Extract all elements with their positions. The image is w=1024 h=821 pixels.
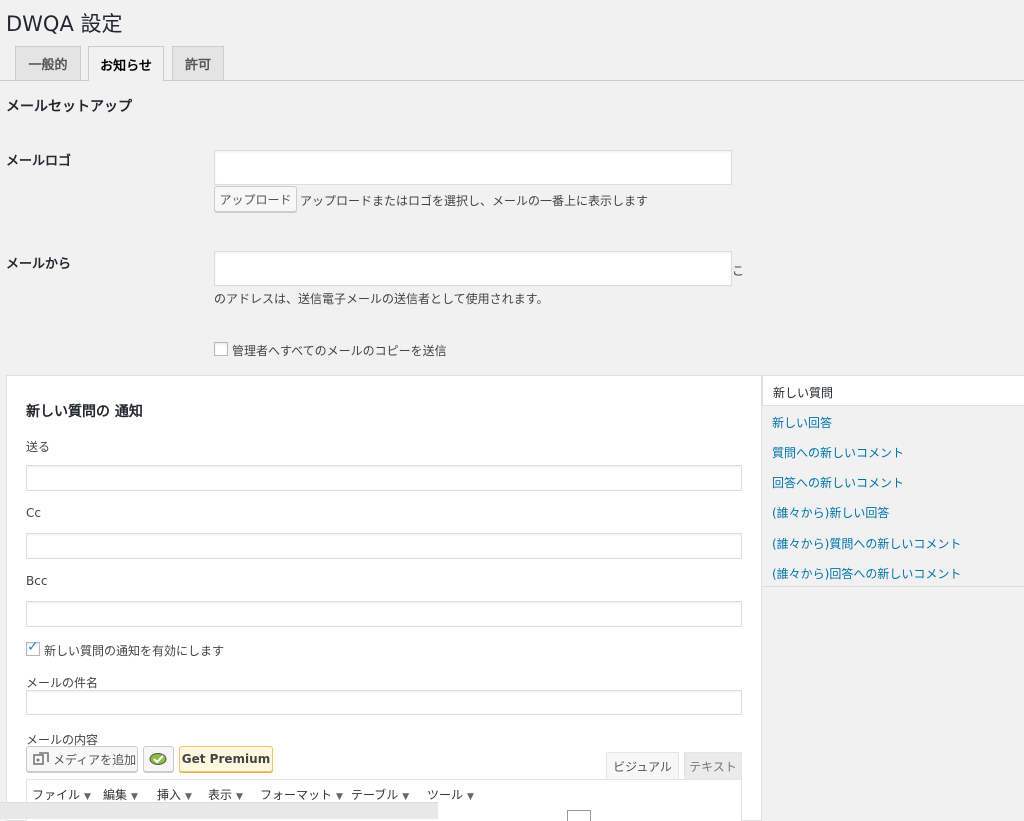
speech-bubble-check-icon — [149, 753, 166, 765]
plugin-button[interactable] — [143, 746, 174, 772]
menu-format[interactable]: フォーマット ▼ — [260, 786, 343, 803]
notification-tab-followed-answer[interactable]: (誰々から)新しい回答 — [772, 504, 889, 521]
caret-down-icon: ▼ — [131, 792, 138, 802]
menu-view-label: 表示 — [208, 788, 233, 802]
add-media-label: メディアを追加 — [53, 752, 137, 767]
caret-down-icon: ▼ — [185, 792, 192, 802]
menu-table[interactable]: テーブル ▼ — [351, 786, 409, 803]
menu-format-label: フォーマット — [260, 788, 333, 802]
page-title: DWQA 設定 — [6, 12, 123, 36]
notification-tab-list: 新しい質問 新しい回答 質問への新しいコメント 回答への新しいコメント (誰々か… — [761, 375, 1024, 587]
caret-down-icon: ▼ — [467, 792, 474, 802]
editor-tab-visual[interactable]: ビジュアル — [606, 752, 679, 779]
tab-notifications-label: お知らせ — [100, 58, 152, 74]
notification-tab-label: 新しい質問 — [773, 386, 834, 400]
copy-admin-checkbox[interactable] — [214, 342, 228, 356]
menu-edit-label: 編集 — [103, 788, 128, 802]
subject-label: メールの件名 — [26, 676, 99, 690]
enable-notification-checkbox[interactable]: ✓ — [26, 639, 40, 656]
cc-label: Cc — [26, 506, 41, 520]
notification-tab-new-answer[interactable]: 新しい回答 — [772, 414, 832, 431]
mail-from-input[interactable] — [214, 251, 732, 286]
menu-insert[interactable]: 挿入 ▼ — [157, 786, 192, 803]
get-premium-button[interactable]: Get Premium — [179, 746, 273, 772]
menu-file-label: ファイル — [32, 788, 81, 802]
to-label: 送る — [26, 440, 51, 454]
section-heading: メールセットアップ — [6, 99, 132, 115]
upload-description: アップロードまたはロゴを選択し、メールの一番上に表示します — [300, 194, 649, 208]
menu-tools-label: ツール — [427, 788, 464, 802]
mail-logo-label: メールロゴ — [6, 154, 72, 169]
copy-admin-label: 管理者へすべてのメールのコピーを送信 — [232, 344, 447, 358]
add-media-button[interactable]: メディアを追加 — [26, 746, 138, 772]
enable-notification-label: 新しい質問の通知を有効にします — [44, 644, 225, 658]
menu-insert-label: 挿入 — [157, 788, 182, 802]
checkmark-icon: ✓ — [27, 639, 39, 655]
notification-tab-answer-comment[interactable]: 回答への新しいコメント — [772, 474, 904, 491]
menu-view[interactable]: 表示 ▼ — [208, 786, 243, 803]
notification-tab-new-question[interactable]: 新しい質問 — [762, 375, 1024, 406]
caret-down-icon: ▼ — [402, 792, 410, 802]
notification-tab-followed-question-comment[interactable]: (誰々から)質問への新しいコメント — [772, 535, 961, 552]
mail-from-description: のアドレスは、送信電子メールの送信者として使用されます。 — [214, 292, 549, 306]
to-input[interactable] — [26, 465, 742, 491]
horizontal-scrollbar[interactable] — [0, 802, 438, 819]
caret-down-icon: ▼ — [84, 792, 91, 802]
caret-down-icon: ▼ — [236, 792, 243, 802]
bcc-label: Bcc — [26, 574, 48, 588]
tab-general[interactable]: 一般的 — [15, 46, 81, 80]
menu-file[interactable]: ファイル ▼ — [32, 786, 91, 803]
media-icon — [33, 752, 49, 765]
menu-edit[interactable]: 編集 ▼ — [103, 786, 138, 803]
caret-down-icon: ▼ — [336, 792, 343, 802]
editor-tab-text[interactable]: テキスト — [684, 752, 742, 779]
tab-general-label: 一般的 — [28, 58, 68, 73]
notification-tab-followed-answer-comment[interactable]: (誰々から)回答への新しいコメント — [772, 565, 961, 582]
tab-permissions-label: 許可 — [184, 58, 211, 73]
subject-input[interactable] — [26, 690, 742, 715]
menu-tools[interactable]: ツール ▼ — [427, 786, 474, 803]
mail-from-label: メールから — [6, 257, 72, 272]
notification-title: 新しい質問の 通知 — [26, 404, 143, 420]
cc-input[interactable] — [26, 533, 742, 559]
mail-logo-input[interactable] — [214, 150, 732, 185]
notification-tab-question-comment[interactable]: 質問への新しいコメント — [772, 444, 904, 461]
tab-permissions[interactable]: 許可 — [172, 46, 224, 80]
bcc-input[interactable] — [26, 601, 742, 627]
mail-from-description-start: こ — [732, 264, 745, 278]
tab-notifications[interactable]: お知らせ — [88, 46, 164, 81]
upload-button[interactable]: アップロード — [214, 186, 297, 212]
align-icon[interactable] — [567, 810, 591, 821]
menu-table-label: テーブル — [351, 788, 399, 802]
